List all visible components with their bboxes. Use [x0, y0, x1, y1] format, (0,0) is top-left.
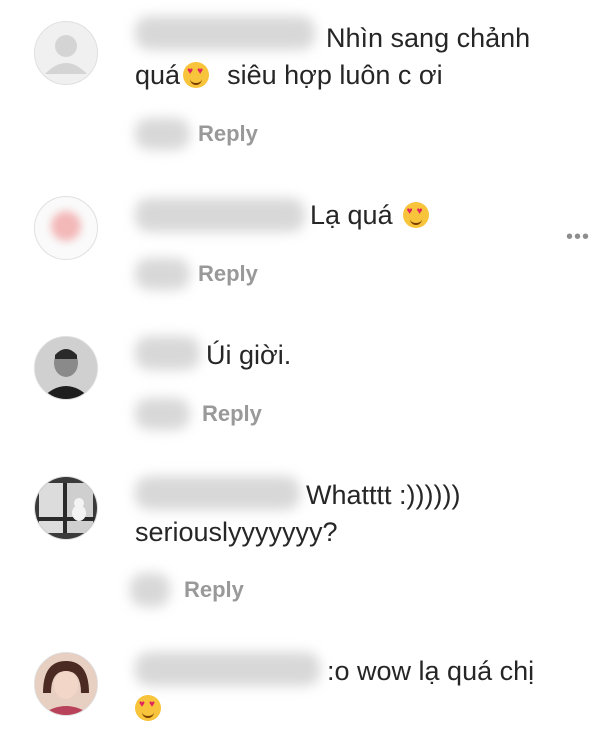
- username-blurred[interactable]: [135, 336, 200, 370]
- comment-text: Nhìn sang chảnh: [326, 23, 531, 53]
- comment-text-line2: quá ♥ ♥ siêu hợp luôn c ơi: [135, 60, 443, 90]
- avatar-default[interactable]: [34, 21, 98, 85]
- comment-text: Lạ quá ♥ ♥: [310, 197, 432, 233]
- comment-text: :o wow lạ quá chị: [327, 656, 535, 686]
- username-blurred[interactable]: [135, 652, 320, 686]
- reply-button[interactable]: Reply: [184, 577, 244, 603]
- avatar-photo: [35, 477, 97, 539]
- avatar-user[interactable]: [34, 336, 98, 400]
- reply-avatar-blurred: [135, 398, 190, 430]
- comment-text-line2: seriouslyyyyyyy?: [135, 517, 338, 547]
- comment-text: Whatttt :)))))): [306, 480, 461, 510]
- avatar-photo: [35, 653, 97, 715]
- avatar-user[interactable]: [34, 196, 98, 260]
- more-horizontal-icon[interactable]: •••: [566, 226, 590, 249]
- avatar-photo: [35, 337, 97, 399]
- reply-button[interactable]: Reply: [198, 261, 258, 287]
- username-blurred[interactable]: [135, 16, 315, 50]
- reply-avatar-blurred: [135, 258, 190, 290]
- heart-eyes-emoji-icon: ♥ ♥: [183, 62, 210, 88]
- avatar-photo: [51, 211, 81, 241]
- default-avatar-icon: [45, 35, 87, 74]
- reply-avatar-blurred: [130, 573, 170, 607]
- reply-button[interactable]: Reply: [202, 401, 262, 427]
- username-blurred[interactable]: [135, 198, 305, 232]
- username-blurred[interactable]: [135, 476, 300, 510]
- avatar-user[interactable]: [34, 476, 98, 540]
- reply-button[interactable]: Reply: [198, 121, 258, 147]
- comment-text-line2: ♥ ♥: [135, 690, 164, 726]
- heart-eyes-emoji-icon: ♥ ♥: [135, 695, 161, 721]
- heart-eyes-emoji-icon: ♥ ♥: [402, 202, 429, 228]
- avatar-user[interactable]: [34, 652, 98, 716]
- reply-avatar-blurred: [135, 118, 190, 150]
- comment-text: Úi giời.: [206, 340, 292, 370]
